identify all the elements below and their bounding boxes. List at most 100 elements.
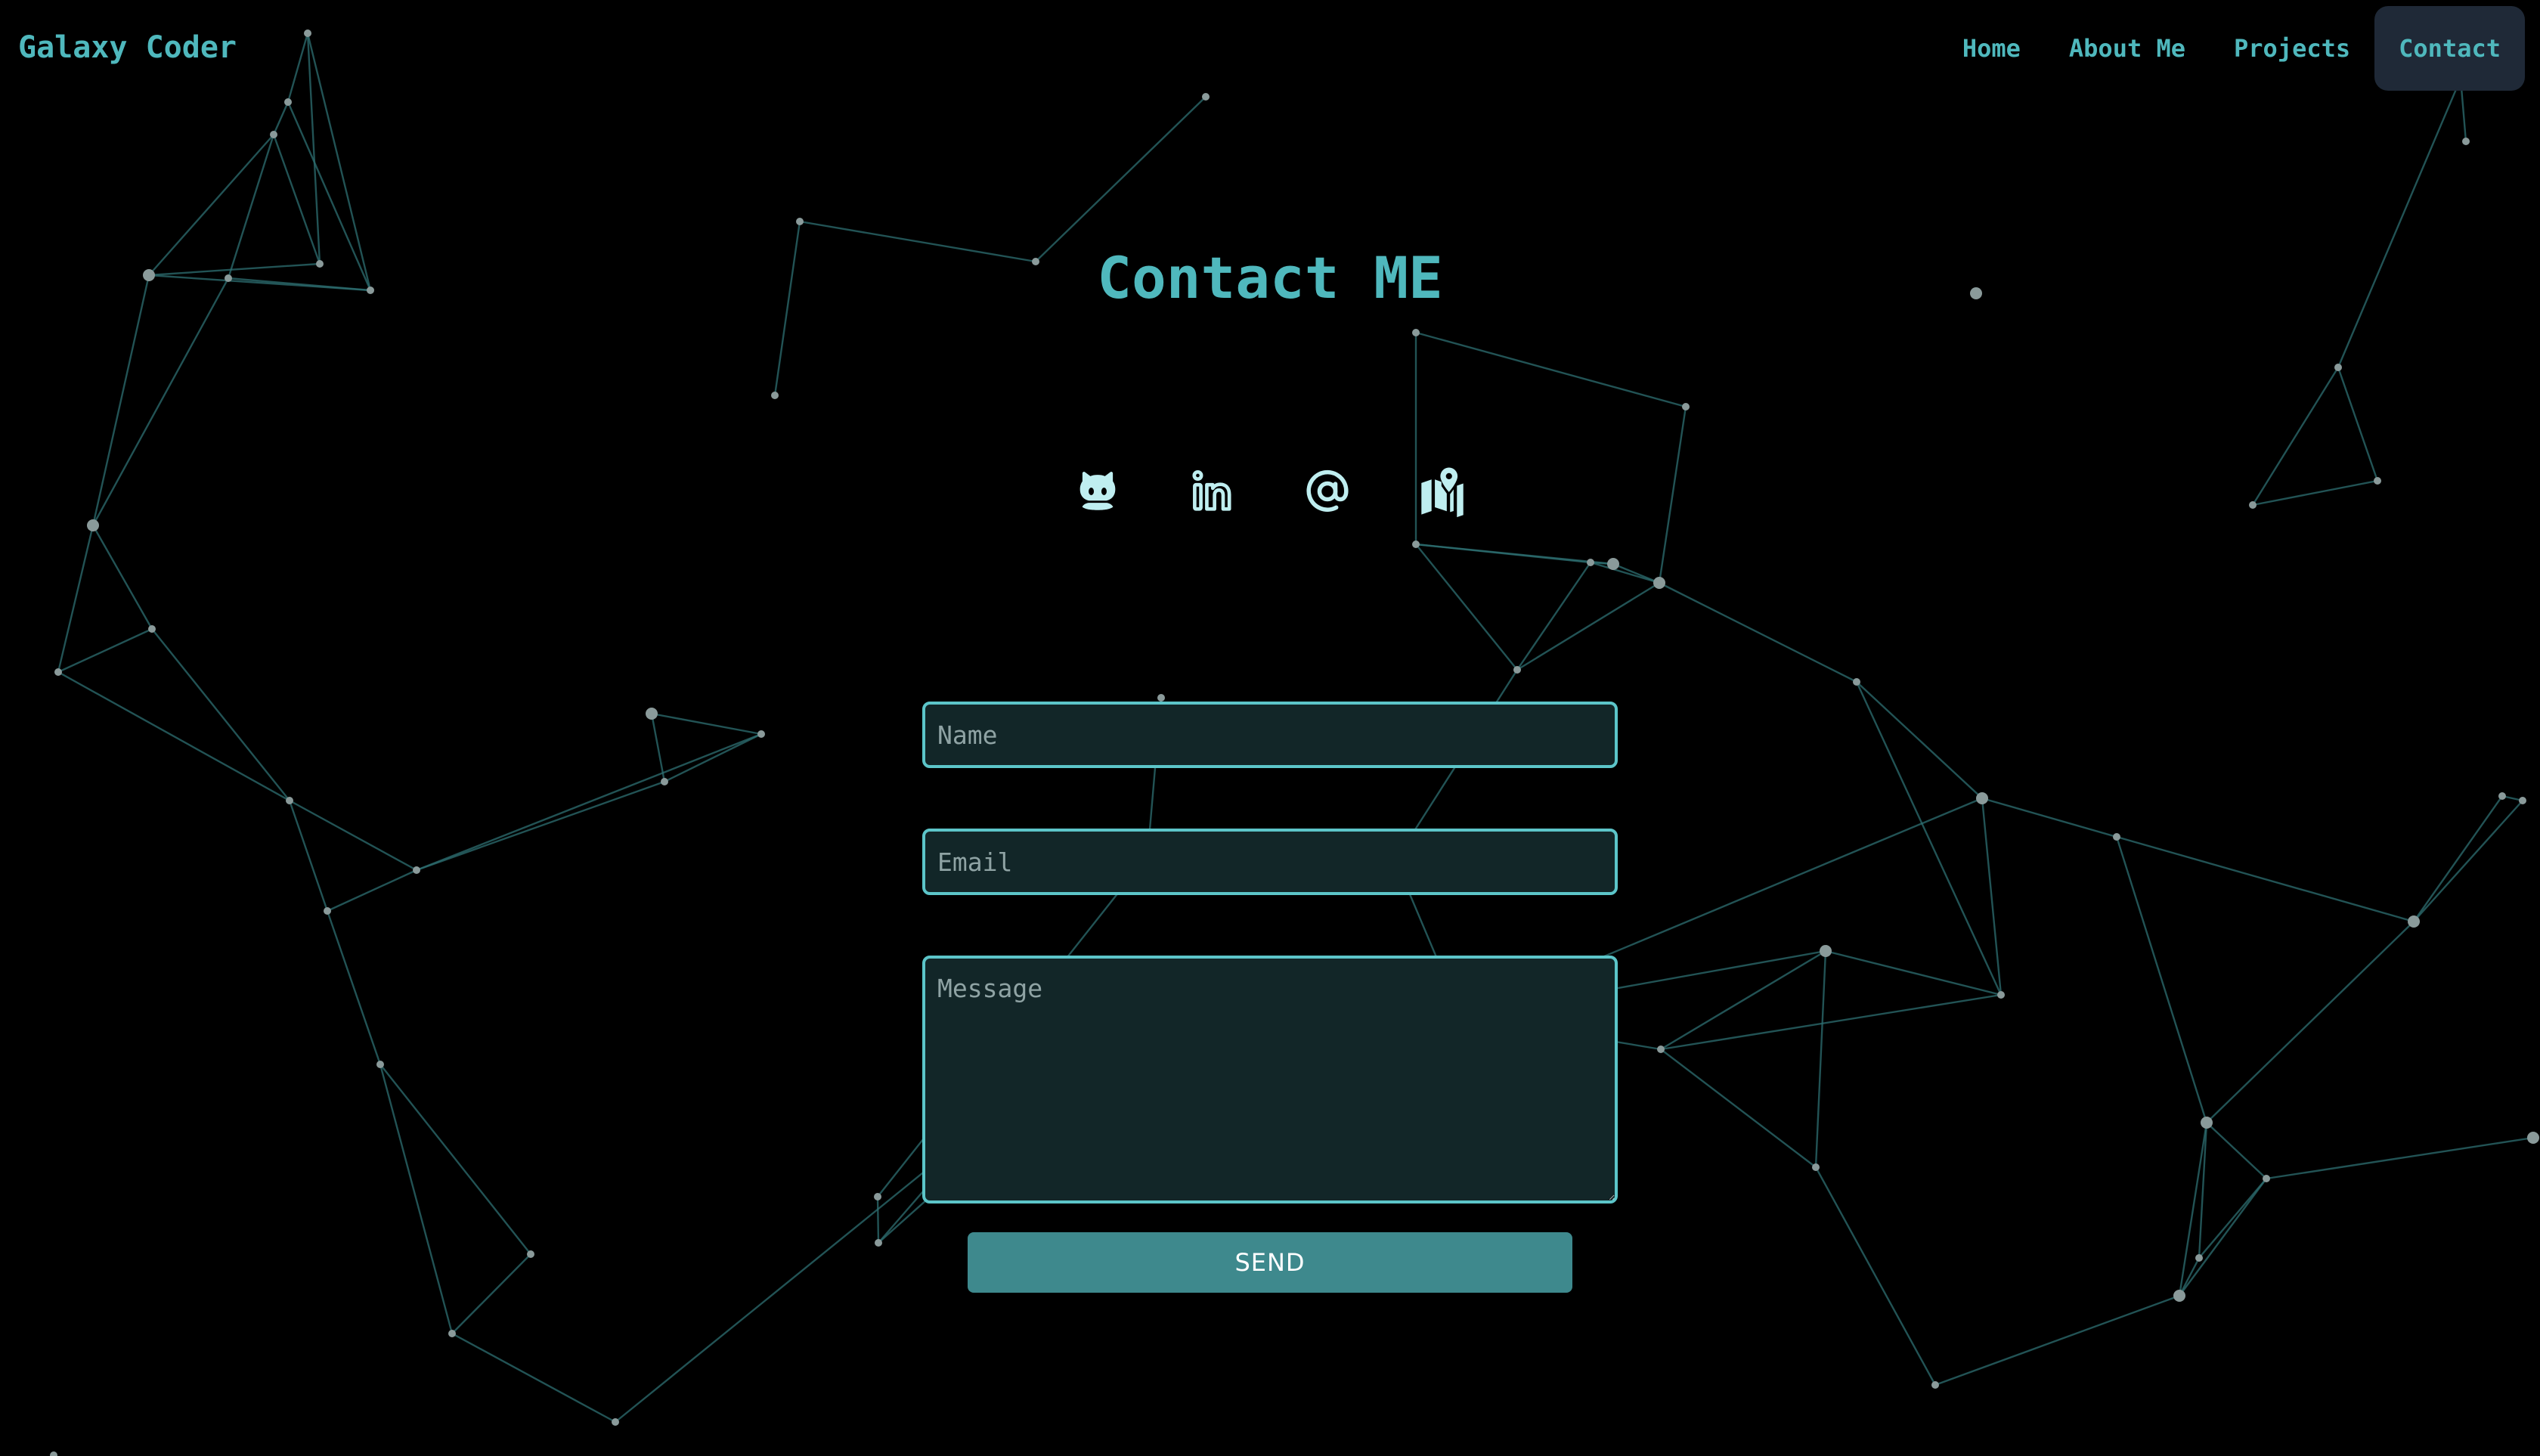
particle-dot — [875, 1239, 882, 1247]
particle-link — [1855, 681, 2003, 996]
particle-link — [650, 713, 666, 782]
particle-link — [1981, 798, 2003, 996]
particle-dot — [2498, 792, 2506, 800]
particle-dot — [1682, 403, 1690, 410]
particle-link — [664, 733, 762, 783]
particle-link — [2206, 921, 2415, 1123]
email-input[interactable] — [922, 829, 1618, 895]
particle-link — [1516, 581, 1660, 671]
particle-link — [1415, 544, 1518, 671]
particle-link — [2266, 1136, 2534, 1180]
location-link[interactable] — [1416, 460, 1469, 523]
particle-link — [1814, 1166, 1937, 1386]
particle-link — [151, 628, 290, 801]
map-location-icon — [1421, 467, 1464, 518]
social-links — [0, 460, 2540, 523]
particle-link — [1035, 96, 1206, 262]
particle-link — [287, 33, 309, 103]
linkedin-link[interactable] — [1186, 460, 1239, 523]
particle-dot — [1812, 1163, 1820, 1171]
linkedin-icon — [1192, 470, 1231, 511]
particle-link — [1415, 331, 1687, 408]
particle-link — [288, 800, 329, 912]
particle-dot — [448, 1330, 456, 1337]
contact-form: SEND — [922, 702, 1618, 1293]
particle-dot — [757, 730, 765, 738]
nav-home[interactable]: Home — [1938, 6, 2045, 91]
particle-dot — [270, 131, 277, 138]
message-textarea[interactable] — [922, 956, 1618, 1204]
particle-dot — [1931, 1381, 1939, 1389]
name-input[interactable] — [922, 702, 1618, 768]
particle-link — [306, 33, 321, 265]
particle-dot — [1657, 1046, 1665, 1053]
particle-link — [2413, 795, 2503, 922]
particle-link — [1660, 993, 2002, 1051]
particle-link — [1934, 1294, 2180, 1386]
particle-dot — [2201, 1117, 2213, 1129]
particle-link — [1814, 950, 1827, 1168]
particle-dot — [1653, 577, 1665, 589]
particle-dot — [2519, 797, 2526, 804]
top-nav: Home About Me Projects Contact — [1938, 6, 2525, 91]
particle-link — [1660, 1049, 1817, 1168]
send-button[interactable]: SEND — [968, 1232, 1572, 1293]
particle-dot — [286, 797, 293, 804]
particle-link — [451, 1332, 616, 1423]
particle-dot — [2113, 833, 2120, 841]
particle-link — [1516, 562, 1591, 671]
particle-link — [57, 671, 290, 802]
particle-dot — [1412, 329, 1420, 336]
particle-link — [327, 869, 417, 912]
nav-about-me[interactable]: About Me — [2045, 6, 2210, 91]
particle-link — [289, 799, 417, 872]
particle-dot — [324, 907, 331, 915]
particle-link — [91, 525, 153, 630]
page-title: Contact ME — [1097, 244, 1443, 311]
particle-dot — [1997, 991, 2005, 999]
particle-link — [2413, 800, 2523, 922]
particle-dot — [1976, 792, 1988, 804]
particle-link — [1659, 581, 1857, 683]
github-link[interactable] — [1071, 460, 1124, 523]
particle-dot — [2334, 364, 2342, 371]
particle-link — [1856, 681, 1983, 799]
brand-logo-text[interactable]: Galaxy Coder — [18, 26, 237, 70]
particle-dot — [2408, 915, 2420, 928]
particle-dot — [2527, 1132, 2539, 1144]
particle-link — [2115, 836, 2208, 1123]
particle-link — [1825, 949, 2002, 996]
particle-dot — [874, 1193, 881, 1200]
particle-link — [2179, 1178, 2267, 1296]
particle-dot — [527, 1250, 534, 1258]
particle-dot — [1607, 558, 1619, 570]
particle-dot — [1513, 666, 1521, 674]
particle-dot — [413, 866, 420, 874]
particle-dot — [1853, 678, 1860, 686]
particle-dot — [304, 29, 311, 37]
particle-dot — [376, 1061, 384, 1068]
particle-dot — [1202, 93, 1210, 101]
particle-link — [272, 101, 290, 135]
particle-link — [379, 1064, 531, 1255]
particle-link — [57, 525, 94, 673]
at-sign-icon — [1306, 469, 1349, 512]
particle-dot — [612, 1418, 619, 1426]
particle-link — [451, 1253, 531, 1334]
particle-link — [416, 780, 665, 872]
github-icon — [1080, 472, 1116, 510]
particle-link — [57, 627, 153, 674]
email-link[interactable] — [1301, 460, 1354, 523]
nav-contact[interactable]: Contact — [2374, 6, 2525, 91]
nav-projects[interactable]: Projects — [2210, 6, 2374, 91]
particle-link — [2337, 78, 2462, 368]
particle-dot — [796, 218, 804, 225]
particle-dot — [1157, 694, 1165, 702]
particle-link — [2206, 1122, 2267, 1179]
particle-link — [651, 712, 762, 736]
particle-link — [379, 1064, 454, 1334]
particle-link — [416, 733, 762, 872]
particle-dot — [148, 625, 156, 633]
particle-dot — [771, 392, 779, 399]
particle-dot — [54, 668, 62, 676]
